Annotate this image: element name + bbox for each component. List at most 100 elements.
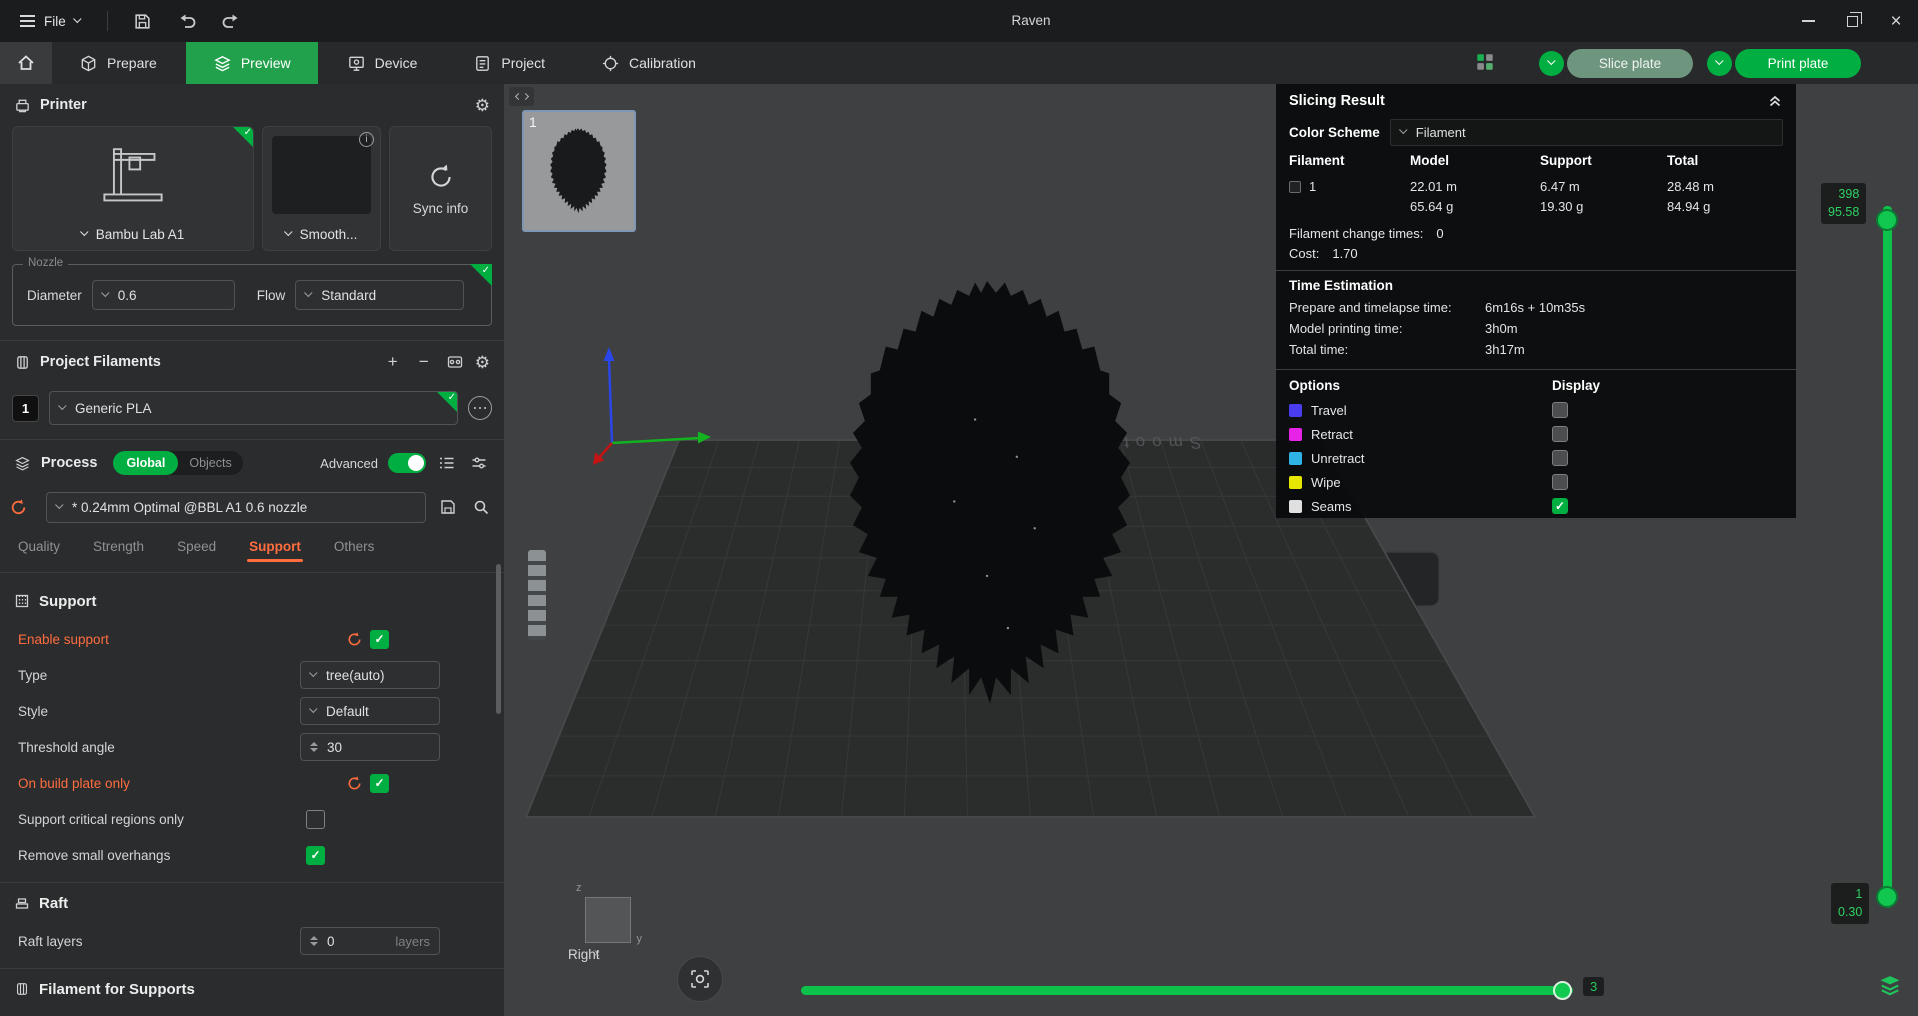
support-length: 6.47 m xyxy=(1540,177,1667,197)
orientation-cube[interactable]: z y x xyxy=(585,897,631,943)
filament-usage-table: Filament Model Support Total 1 22.01 m 6… xyxy=(1276,147,1796,216)
filament-color-swatch xyxy=(1289,181,1301,193)
time-estimation-title: Time Estimation xyxy=(1276,271,1796,297)
change-times-value: 0 xyxy=(1436,226,1443,241)
search-settings-button[interactable] xyxy=(470,496,492,518)
preview-layers-icon xyxy=(213,54,232,73)
tab-speed[interactable]: Speed xyxy=(177,539,216,554)
process-section-header: Process Global Objects Advanced xyxy=(0,440,504,486)
slicing-result-header: Slicing Result xyxy=(1276,84,1796,117)
tune-button[interactable] xyxy=(468,452,490,474)
printer-name-select[interactable]: Bambu Lab A1 xyxy=(13,218,253,250)
critical-regions-checkbox[interactable] xyxy=(306,810,325,829)
plate-thumbnail[interactable]: 1 xyxy=(522,110,636,232)
printer-select-card[interactable]: ✓ Bambu Lab A1 xyxy=(12,126,254,251)
printer-icon xyxy=(14,97,31,114)
save-preset-button[interactable] xyxy=(437,496,459,518)
threshold-angle-input[interactable]: 30 xyxy=(300,733,440,761)
tab-calibration[interactable]: Calibration xyxy=(574,42,723,84)
advanced-toggle[interactable] xyxy=(388,453,426,473)
seams-display-checkbox[interactable] xyxy=(1552,498,1568,514)
ams-button[interactable] xyxy=(444,351,466,373)
raft-section-title: Raft xyxy=(39,895,68,912)
undo-button[interactable] xyxy=(168,0,206,42)
chevron-down-icon xyxy=(101,289,109,297)
nozzle-group-label: Nozzle xyxy=(23,257,68,269)
plate-list-button[interactable] xyxy=(1473,51,1497,75)
printer-settings-gear-icon[interactable]: ⚙ xyxy=(475,97,490,114)
spinner-arrows-icon[interactable] xyxy=(310,936,318,947)
remove-filament-button[interactable]: − xyxy=(413,351,435,373)
scrollbar[interactable] xyxy=(496,564,501,714)
layer-slider-track[interactable] xyxy=(1883,206,1892,908)
process-preset-select[interactable]: * 0.24mm Optimal @BBL A1 0.6 nozzle xyxy=(46,492,426,523)
close-button[interactable]: × xyxy=(1874,0,1918,42)
minimize-button[interactable] xyxy=(1786,0,1830,42)
settings-list-button[interactable] xyxy=(436,452,458,474)
raft-layers-input[interactable]: 0 layers xyxy=(300,927,440,955)
reset-setting-icon[interactable] xyxy=(346,775,363,792)
scope-objects[interactable]: Objects xyxy=(178,456,242,470)
filament-edit-button[interactable] xyxy=(468,396,492,420)
support-style-select[interactable]: Default xyxy=(300,697,440,725)
save-project-button[interactable] xyxy=(124,0,162,42)
print-options-dropdown[interactable] xyxy=(1707,51,1732,76)
slice-plate-button[interactable]: Slice plate xyxy=(1567,49,1693,78)
camera-view-button[interactable] xyxy=(677,956,723,1002)
tab-strength[interactable]: Strength xyxy=(93,539,144,554)
layer-slider-bottom-handle[interactable] xyxy=(1876,886,1898,908)
home-button[interactable] xyxy=(0,42,52,84)
build-plate-only-checkbox[interactable] xyxy=(370,774,389,793)
color-scheme-select[interactable]: Filament xyxy=(1390,119,1783,146)
tab-others[interactable]: Others xyxy=(334,539,375,554)
filament-slot-number[interactable]: 1 xyxy=(12,395,39,422)
model-length: 22.01 m xyxy=(1410,177,1540,197)
nozzle-flow-select[interactable]: Standard xyxy=(295,280,464,310)
retract-display-checkbox[interactable] xyxy=(1552,426,1568,442)
wipe-display-checkbox[interactable] xyxy=(1552,474,1568,490)
add-filament-button[interactable]: + xyxy=(382,351,404,373)
spinner-arrows-icon[interactable] xyxy=(310,742,318,753)
tab-project[interactable]: Project xyxy=(446,42,572,84)
sync-info-button[interactable]: Sync info xyxy=(389,126,492,251)
tab-support[interactable]: Support xyxy=(249,539,301,554)
raven-model[interactable] xyxy=(843,278,1143,710)
tab-prepare[interactable]: Prepare xyxy=(52,42,184,84)
tab-quality[interactable]: Quality xyxy=(18,539,60,554)
move-slider-track[interactable] xyxy=(801,986,1573,995)
reset-setting-icon[interactable] xyxy=(346,631,363,648)
connected-check-icon: ✓ xyxy=(436,391,458,413)
file-menu[interactable]: File xyxy=(10,0,91,42)
filament-select[interactable]: Generic PLA ✓ xyxy=(49,391,458,425)
nozzle-diameter-select[interactable]: 0.6 xyxy=(92,280,235,310)
restore-button[interactable] xyxy=(1830,0,1874,42)
filament-settings-gear-icon[interactable]: ⚙ xyxy=(475,354,490,371)
move-slider[interactable] xyxy=(801,980,1573,1001)
filament-name: Generic PLA xyxy=(75,401,152,416)
preset-modified-icon[interactable] xyxy=(9,498,28,517)
layers-mode-button[interactable] xyxy=(1877,972,1903,998)
layer-slider-top-handle[interactable] xyxy=(1876,209,1898,231)
move-slider-handle[interactable] xyxy=(1553,981,1572,1000)
process-scope-toggle[interactable]: Global Objects xyxy=(113,451,242,475)
print-plate-button[interactable]: Print plate xyxy=(1735,49,1861,78)
info-icon[interactable]: i xyxy=(359,132,374,147)
tab-device[interactable]: Device xyxy=(320,42,445,84)
plates-grid-icon xyxy=(1474,51,1496,73)
sidebar-collapse-button[interactable] xyxy=(509,87,534,106)
plate-type-card[interactable]: i Smooth... xyxy=(262,126,381,251)
travel-display-checkbox[interactable] xyxy=(1552,402,1568,418)
remove-overhangs-checkbox[interactable] xyxy=(306,846,325,865)
top-layer-height: 95.58 xyxy=(1828,204,1859,222)
scope-global[interactable]: Global xyxy=(113,451,178,475)
unretract-display-checkbox[interactable] xyxy=(1552,450,1568,466)
enable-support-checkbox[interactable] xyxy=(370,630,389,649)
layer-slider[interactable] xyxy=(1883,206,1892,908)
slice-options-dropdown[interactable] xyxy=(1539,51,1564,76)
plate-type-select[interactable]: Smooth... xyxy=(263,218,380,250)
options-header: Options Display xyxy=(1276,370,1796,398)
redo-button[interactable] xyxy=(212,0,250,42)
support-type-select[interactable]: tree(auto) xyxy=(300,661,440,689)
collapse-panel-button[interactable] xyxy=(1767,93,1783,109)
tab-preview[interactable]: Preview xyxy=(186,42,318,84)
